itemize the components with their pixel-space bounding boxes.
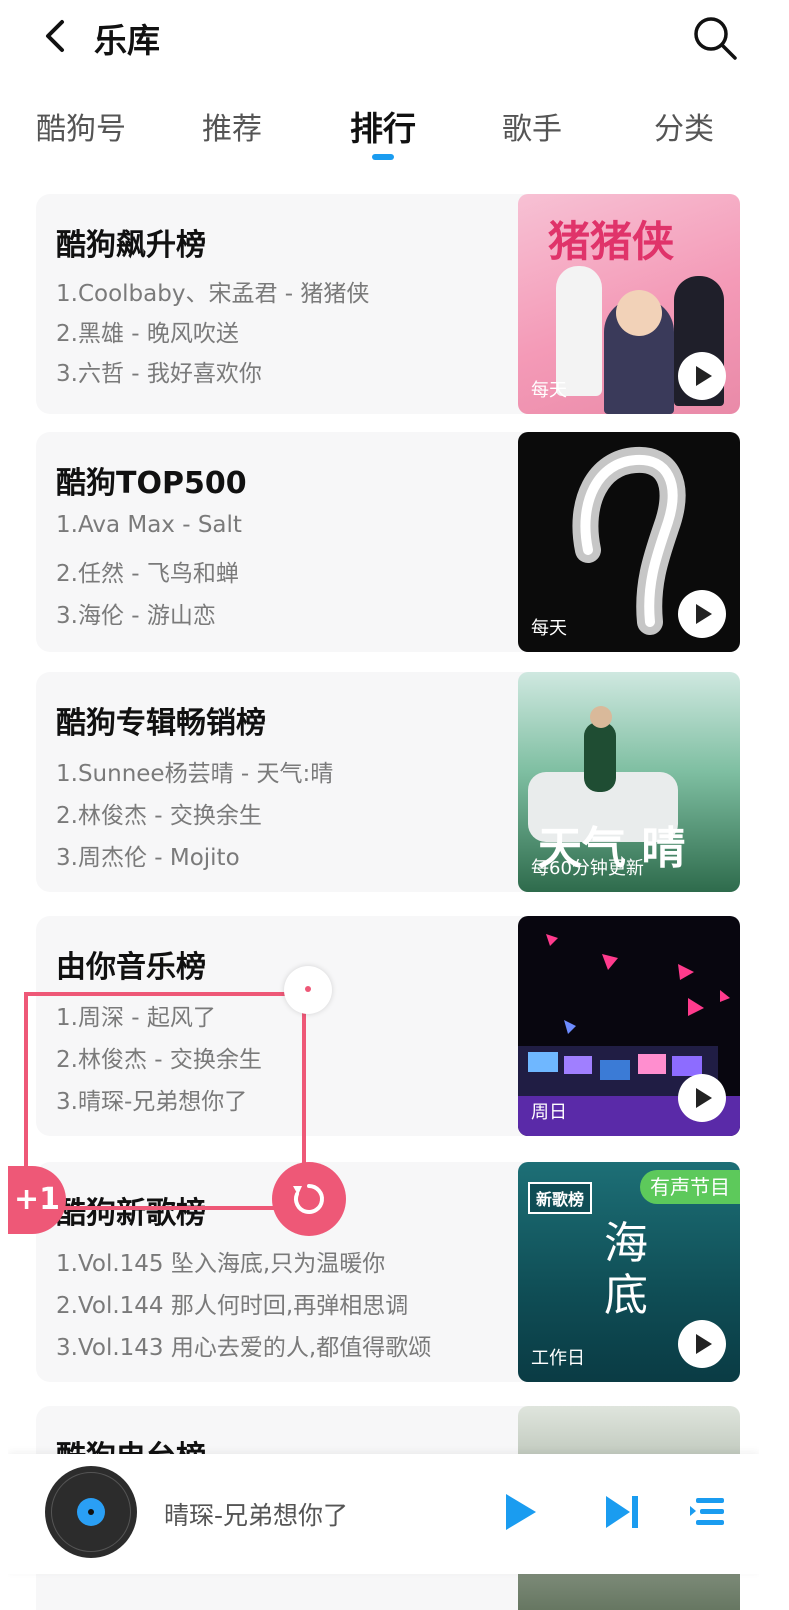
chart-card[interactable]: 酷狗飙升榜 1.Coolbaby、宋孟君 - 猪猪侠 2.黑雄 - 晚风吹送 3… (36, 194, 740, 414)
chart-song-line: 3.Vol.143 用心去爱的人,都值得歌颂 (56, 1335, 432, 1361)
chart-name: 由你音乐榜 (56, 950, 206, 985)
chart-song-line: 3.六哲 - 我好喜欢你 (56, 361, 262, 387)
chart-song-line: 2.黑雄 - 晚风吹送 (56, 321, 239, 347)
chart-song-line: 2.林俊杰 - 交换余生 (56, 803, 262, 829)
update-frequency: 周日 (531, 1102, 567, 1123)
chart-cover[interactable]: 周日 (518, 916, 740, 1136)
music-library-screen: 乐库 酷狗号 推荐 排行 歌手 分类 酷狗飙升榜 1.Coolbaby、宋孟君 … (8, 0, 759, 1610)
chart-song-line: 2.任然 - 飞鸟和蝉 (56, 561, 239, 587)
chart-cover[interactable]: 新歌榜 有声节目 海底 工作日 (518, 1162, 740, 1382)
back-arrow-icon[interactable] (36, 16, 76, 56)
header: 乐库 (8, 0, 759, 80)
play-button-icon[interactable] (504, 1492, 538, 1532)
chart-name: 酷狗专辑畅销榜 (56, 706, 266, 741)
update-frequency: 工作日 (531, 1348, 585, 1369)
page-title: 乐库 (94, 21, 160, 60)
category-tabs: 酷狗号 推荐 排行 歌手 分类 (8, 98, 759, 168)
playlist-icon[interactable] (690, 1494, 726, 1530)
tab-singer[interactable]: 歌手 (502, 104, 562, 148)
play-icon[interactable] (678, 1320, 726, 1368)
gesture-selection-rect (24, 992, 306, 1210)
search-icon[interactable] (691, 14, 739, 62)
chart-cover[interactable]: 猪猪侠 每天 (518, 194, 740, 414)
cover-title: 猪猪侠 (548, 217, 675, 266)
play-icon[interactable] (678, 352, 726, 400)
tab-ranking[interactable]: 排行 (350, 102, 416, 150)
chart-name: 酷狗飙升榜 (56, 228, 206, 263)
cover-figure (616, 290, 662, 336)
cover-figure (584, 722, 616, 792)
chart-song-line: 2.Vol.144 那人何时回,再弹相思调 (56, 1293, 409, 1319)
tab-recommend[interactable]: 推荐 (202, 104, 262, 148)
cover-title: 海底 (604, 1218, 648, 1321)
chart-card[interactable]: 酷狗TOP500 1.Ava Max - Salt 2.任然 - 飞鸟和蝉 3.… (36, 432, 740, 652)
chart-cover[interactable]: 天气 晴 每60分钟更新 (518, 672, 740, 892)
update-frequency: 每天 (531, 618, 567, 639)
chart-cover[interactable]: 每天 (518, 432, 740, 652)
chart-song-line: 1.Coolbaby、宋孟君 - 猪猪侠 (56, 281, 370, 307)
chart-song-line: 3.周杰伦 - Mojito (56, 845, 240, 871)
chart-song-line: 1.Vol.145 坠入海底,只为温暖你 (56, 1251, 386, 1277)
active-tab-indicator (372, 154, 394, 160)
chart-song-line: 1.Ava Max - Salt (56, 512, 242, 538)
tab-kugou-account[interactable]: 酷狗号 (36, 104, 126, 148)
chart-name: 酷狗TOP500 (56, 466, 247, 501)
cover-figure (590, 706, 612, 728)
overlay-dot-button[interactable] (284, 966, 332, 1014)
chart-card[interactable]: 酷狗专辑畅销榜 1.Sunnee杨芸晴 - 天气:晴 2.林俊杰 - 交换余生 … (36, 672, 740, 892)
now-playing-title[interactable]: 晴琛-兄弟想你了 (164, 1496, 348, 1532)
update-frequency: 每天 (531, 380, 567, 401)
play-icon[interactable] (678, 590, 726, 638)
chart-song-line: 3.海伦 - 游山恋 (56, 603, 216, 629)
chart-song-line: 1.Sunnee杨芸晴 - 天气:晴 (56, 761, 334, 787)
audio-program-badge: 有声节目 (640, 1170, 740, 1204)
refresh-icon[interactable] (272, 1162, 346, 1236)
album-disc-icon[interactable] (45, 1466, 137, 1558)
next-track-icon[interactable] (604, 1494, 640, 1530)
mini-player[interactable]: 晴琛-兄弟想你了 (8, 1454, 759, 1574)
tab-category[interactable]: 分类 (654, 104, 714, 148)
update-frequency: 每60分钟更新 (531, 858, 644, 879)
cover-label: 新歌榜 (528, 1182, 593, 1214)
play-icon[interactable] (678, 1074, 726, 1122)
gesture-selection-edge (302, 992, 306, 1164)
